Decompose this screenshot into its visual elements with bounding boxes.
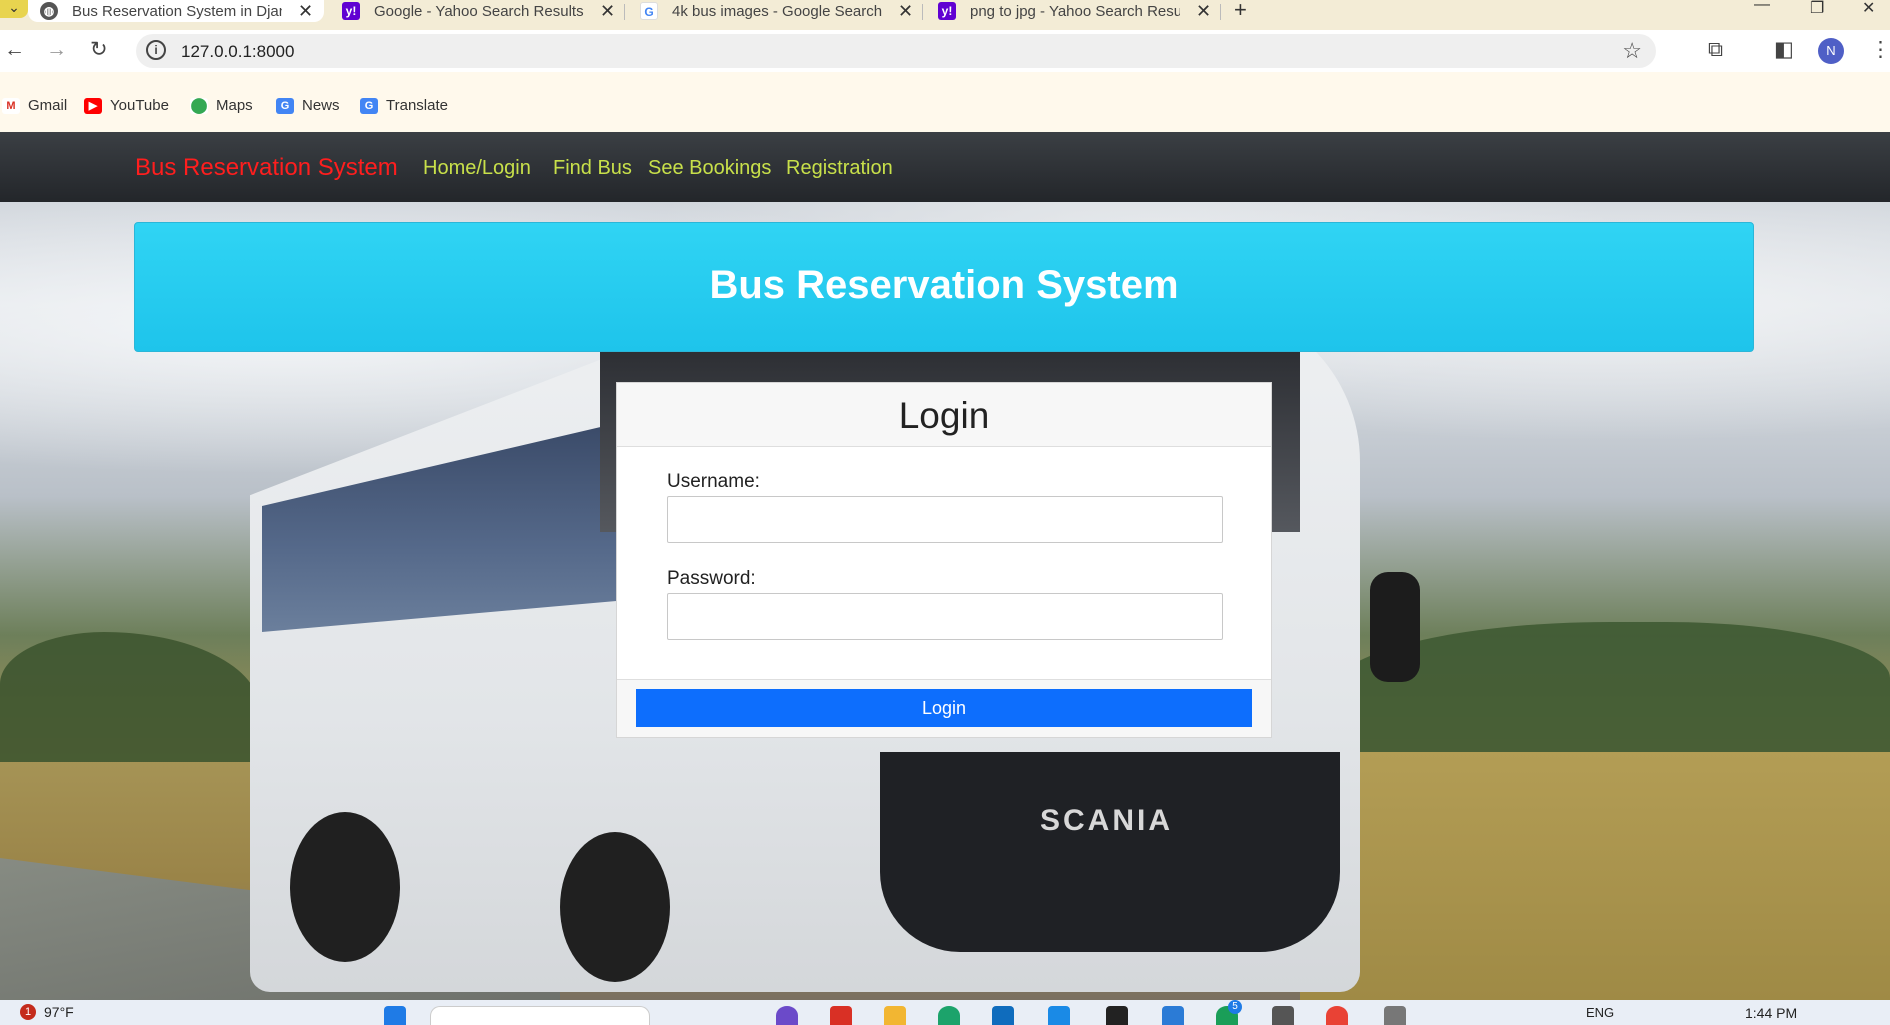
outlook-icon[interactable]	[992, 1006, 1014, 1025]
yahoo-icon: y!	[342, 2, 360, 20]
news-icon: G	[276, 97, 294, 114]
bus-brand-logo: SCANIA	[1040, 804, 1174, 837]
navbar-brand[interactable]: Bus Reservation System	[135, 154, 398, 182]
badge-count: 5	[1228, 1000, 1242, 1014]
background-trees	[0, 632, 260, 762]
bus-front	[880, 752, 1340, 952]
address-bar[interactable]: i 127.0.0.1:8000 ☆	[136, 34, 1656, 68]
app-icon[interactable]	[1272, 1006, 1294, 1025]
tab-title: png to jpg - Yahoo Search Resu	[970, 2, 1180, 20]
bookmark-translate[interactable]: G Translate	[360, 97, 448, 114]
background-field	[1300, 752, 1890, 1000]
bookmark-label: Maps	[216, 97, 253, 114]
bookmark-star-icon[interactable]: ☆	[1622, 38, 1642, 64]
tab-divider	[1220, 4, 1221, 20]
clock[interactable]: 1:44 PM	[1745, 1005, 1797, 1021]
chrome-icon[interactable]	[1326, 1006, 1348, 1025]
youtube-icon: ▶	[84, 97, 102, 114]
bookmark-news[interactable]: G News	[276, 97, 340, 114]
bookmark-youtube[interactable]: ▶ YouTube	[84, 97, 169, 114]
tab-search-chevron-icon[interactable]: ⌄	[0, 0, 28, 18]
tab-title: 4k bus images - Google Search	[672, 2, 882, 20]
weather-temp: 97°F	[44, 1004, 74, 1020]
username-label: Username:	[667, 471, 760, 492]
nav-see-bookings[interactable]: See Bookings	[648, 157, 771, 180]
bookmark-label: Translate	[386, 97, 448, 114]
tab-png-to-jpg[interactable]: y! png to jpg - Yahoo Search Resu ✕	[926, 0, 1216, 22]
close-window-icon[interactable]: ✕	[1862, 0, 1875, 18]
os-taskbar: 1 97°F 5 ENG 1:44 PM	[0, 1000, 1890, 1025]
globe-icon: ◍	[40, 2, 58, 20]
bookmark-label: News	[302, 97, 340, 114]
bookmark-maps[interactable]: ⬤ Maps	[190, 97, 253, 114]
password-input[interactable]	[667, 593, 1223, 640]
login-title: Login	[898, 395, 990, 436]
tab-yahoo-google[interactable]: y! Google - Yahoo Search Results ✕	[330, 0, 620, 22]
close-tab-icon[interactable]: ✕	[600, 1, 615, 22]
extensions-icon[interactable]: ⧉	[1708, 39, 1723, 61]
google-icon: G	[640, 2, 658, 20]
menu-kebab-icon[interactable]: ⋮	[1870, 39, 1890, 61]
profile-avatar[interactable]: N	[1818, 38, 1844, 64]
notification-badge: 1	[20, 1004, 36, 1020]
close-tab-icon[interactable]: ✕	[898, 1, 913, 22]
nav-find-bus[interactable]: Find Bus	[553, 157, 632, 180]
username-input[interactable]	[667, 496, 1223, 543]
language-indicator[interactable]: ENG	[1586, 1005, 1614, 1020]
bus-mirror	[1370, 572, 1420, 682]
side-panel-icon[interactable]: ◧	[1774, 39, 1794, 61]
new-tab-button[interactable]: +	[1234, 0, 1247, 23]
whatsapp-icon[interactable]: 5	[1216, 1000, 1242, 1025]
page-viewport: SCANIA Bus Reservation System Home/Login…	[0, 132, 1890, 1000]
login-card: Login Username: Password: Login	[616, 382, 1272, 738]
address-url[interactable]: 127.0.0.1:8000	[181, 42, 294, 62]
tab-google-bus-images[interactable]: G 4k bus images - Google Search ✕	[628, 0, 918, 22]
nav-home-login[interactable]: Home/Login	[423, 157, 531, 180]
tab-divider	[624, 4, 625, 20]
tab-bus-reservation[interactable]: ◍ Bus Reservation System in Djan ✕	[28, 0, 324, 22]
file-explorer-icon[interactable]	[884, 1006, 906, 1025]
app-icon[interactable]	[1384, 1006, 1406, 1025]
back-icon[interactable]: ←	[4, 39, 25, 61]
bus-wheel	[560, 832, 670, 982]
site-info-icon[interactable]: i	[146, 40, 166, 60]
close-tab-icon[interactable]: ✕	[298, 1, 313, 22]
yahoo-icon: y!	[938, 2, 956, 20]
banner-title: Bus Reservation System	[709, 263, 1179, 307]
login-button[interactable]: Login	[636, 689, 1252, 727]
gmail-app-icon[interactable]	[830, 1006, 852, 1025]
password-label: Password:	[667, 568, 756, 589]
bookmark-label: YouTube	[110, 97, 169, 114]
bookmark-gmail[interactable]: M Gmail	[2, 97, 67, 114]
browser-toolbar: ← → ↻ i 127.0.0.1:8000 ☆ ⧉ ◧ N ⋮	[0, 30, 1890, 72]
app-icon[interactable]	[776, 1006, 798, 1025]
gmail-icon: M	[2, 97, 20, 114]
tab-strip: ⌄ ◍ Bus Reservation System in Djan ✕ y! …	[0, 0, 1890, 30]
site-navbar: Bus Reservation System Home/Login Find B…	[0, 132, 1890, 202]
restore-icon[interactable]: ❐	[1810, 0, 1824, 18]
edge-icon[interactable]	[938, 1006, 960, 1025]
tab-divider	[922, 4, 923, 20]
login-card-header: Login	[617, 383, 1271, 447]
bookmarks-bar: M Gmail ▶ YouTube ⬤ Maps G News G Transl…	[0, 72, 1890, 132]
app-icon[interactable]	[1106, 1006, 1128, 1025]
bus-wheel	[290, 812, 400, 962]
app-icon[interactable]	[1048, 1006, 1070, 1025]
vscode-icon[interactable]	[1162, 1006, 1184, 1025]
reload-icon[interactable]: ↻	[90, 39, 108, 61]
tab-title: Google - Yahoo Search Results	[374, 2, 584, 20]
nav-registration[interactable]: Registration	[786, 157, 893, 180]
forward-icon[interactable]: →	[46, 39, 67, 61]
maps-pin-icon: ⬤	[190, 96, 208, 114]
taskbar-search[interactable]	[430, 1006, 650, 1025]
login-card-footer: Login	[617, 679, 1271, 737]
weather-widget[interactable]: 1 97°F	[20, 1004, 74, 1020]
windows-start-icon[interactable]	[384, 1006, 406, 1025]
close-tab-icon[interactable]: ✕	[1196, 1, 1211, 22]
bookmark-label: Gmail	[28, 97, 68, 114]
tab-title: Bus Reservation System in Djan	[72, 2, 282, 20]
minimize-icon[interactable]: —	[1754, 0, 1770, 14]
hero-banner: Bus Reservation System	[134, 222, 1754, 352]
translate-icon: G	[360, 97, 378, 114]
